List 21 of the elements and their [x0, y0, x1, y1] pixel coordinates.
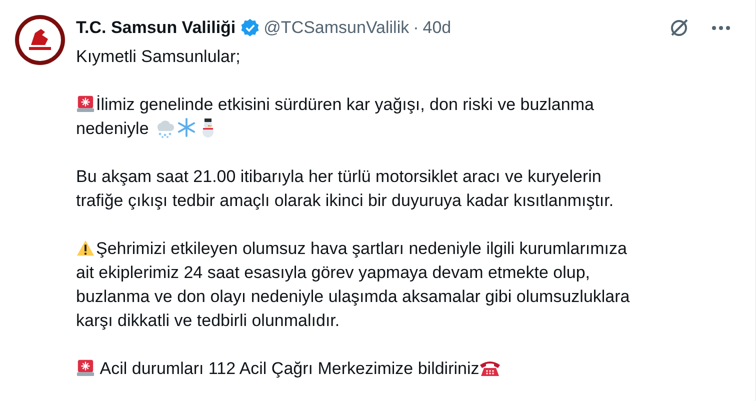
- tweet-line: buzlanma ve don olayı nedeniyle ulaşımda aksamalar gibi olumsuzluklara: [76, 287, 630, 306]
- author-handle[interactable]: @TCSamsunValilik: [264, 16, 410, 40]
- tweet-line: Kıymetli Samsunlular;: [76, 47, 240, 66]
- warning-icon: [76, 239, 95, 257]
- tweet-line: İlimiz genelinde etkisini sürdüren kar yağışı, don riski ve buzlanma: [96, 95, 594, 114]
- snowflake-icon: [176, 118, 196, 137]
- tweet-line: Bu akşam saat 21.00 itibarıyla her türlü motorsiklet aracı ve kuryelerin: [76, 167, 602, 186]
- siren-icon: [76, 94, 95, 113]
- tweet-line: ait ekiplerimiz 24 saat esasıyla görev yapmaya devam etmekte olup,: [76, 263, 590, 282]
- author-name[interactable]: T.C. Samsun Valiliği: [76, 16, 236, 40]
- separator-dot: ·: [413, 17, 419, 39]
- tweet-line: trafiğe çıkışı tedbir amaçlı olarak ikinci bir duyuruya kadar kısıtlanmıştır.: [76, 191, 614, 210]
- tweet-line: karşı dikkatli ve tedbirli olunmalıdır.: [76, 311, 340, 330]
- tweet-line: Şehrimizi etkileyen olumsuz hava şartları nedeniyle ilgili kurumlarımıza: [96, 239, 627, 258]
- post-time[interactable]: 40d: [422, 16, 452, 40]
- tweet-line: nedeniyle: [76, 119, 149, 138]
- siren-icon: [76, 358, 95, 377]
- telephone-icon: [479, 359, 502, 377]
- tweet-line: Acil durumları 112 Acil Çağrı Merkezimize bildiriniz: [98, 359, 480, 378]
- more-icon[interactable]: [712, 26, 730, 30]
- avatar-logo: [15, 15, 65, 65]
